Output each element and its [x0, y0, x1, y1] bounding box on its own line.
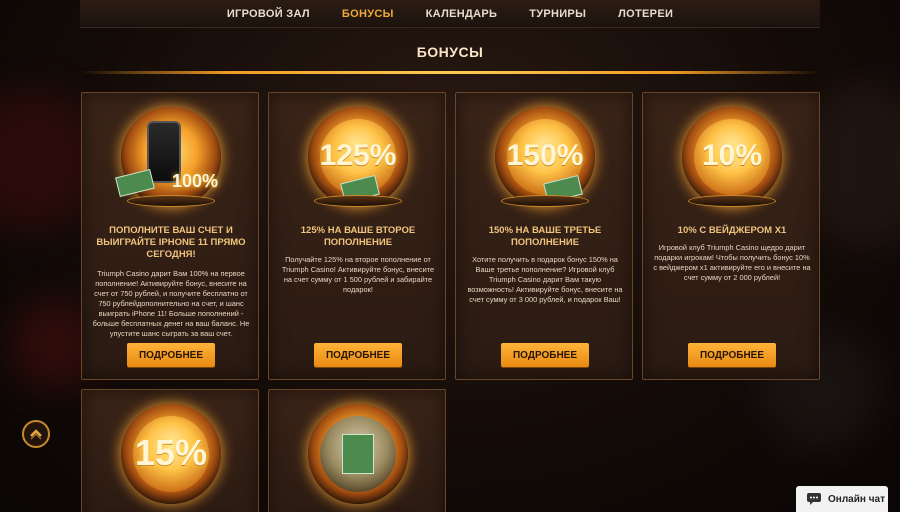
scroll-to-top-button[interactable] [22, 420, 50, 448]
bonus-art-percent: 150% [506, 139, 584, 172]
bonus-card: 100% ПОПОЛНИТЕ ВАШ СЧЕТ И ВЫИГРАЙТЕ IPHO… [81, 92, 259, 380]
bonus-art: 125% [308, 107, 408, 207]
chat-bubble-icon [807, 493, 821, 505]
bonus-title: 150% НА ВАШЕ ТРЕТЬЕ ПОПОЛНЕНИЕ [488, 225, 602, 248]
bonus-art-percent: 100% [171, 171, 219, 191]
bonus-title: 10% С ВЕЙДЖЕРОМ Х1 [677, 225, 787, 236]
bonus-description: Получайте 125% на второе пополнение от T… [281, 255, 435, 294]
bonus-description: Игровой клуб Triumph Casino щедро дарит … [653, 243, 811, 282]
bonus-card: 150% 150% НА ВАШЕ ТРЕТЬЕ ПОПОЛНЕНИЕ Хоти… [455, 92, 633, 380]
nav-item-game-hall[interactable]: ИГРОВОЙ ЗАЛ [211, 8, 326, 20]
bonus-art-percent: 15% [134, 432, 208, 473]
bonus-art-percent: 10% [701, 139, 763, 172]
bonus-card [268, 389, 446, 512]
details-button[interactable]: ПОДРОБНЕЕ [688, 343, 776, 367]
bonus-art: 150% [495, 107, 595, 207]
nav-item-tournaments[interactable]: ТУРНИРЫ [513, 8, 602, 20]
pedestal-icon [501, 195, 589, 207]
pedestal-icon [314, 195, 402, 207]
bonus-art [308, 404, 408, 504]
page-title: БОНУСЫ [416, 44, 484, 60]
top-navigation: ИГРОВОЙ ЗАЛ БОНУСЫ КАЛЕНДАРЬ ТУРНИРЫ ЛОТ… [80, 0, 820, 28]
nav-item-bonuses[interactable]: БОНУСЫ [326, 8, 410, 20]
money-roll-icon [342, 434, 374, 474]
nav-item-lotteries[interactable]: ЛОТЕРЕИ [602, 8, 689, 20]
details-button[interactable]: ПОДРОБНЕЕ [501, 343, 589, 367]
details-button[interactable]: ПОДРОБНЕЕ [127, 343, 215, 367]
bonus-art: 100% [115, 107, 221, 207]
bonus-card: 15% [81, 389, 259, 512]
bonus-art-percent: 125% [319, 139, 397, 172]
online-chat-button[interactable]: Онлайн чат [796, 486, 888, 512]
nav-item-calendar[interactable]: КАЛЕНДАРЬ [410, 8, 514, 20]
chevron-up-icon [30, 429, 42, 440]
bonus-art: 15% [121, 404, 221, 504]
pedestal-icon [127, 195, 215, 207]
bonus-card: 10% 10% С ВЕЙДЖЕРОМ Х1 Игровой клуб Triu… [642, 92, 820, 380]
bonus-description: Хотите получить в подарок бонус 150% на … [467, 255, 623, 304]
details-button[interactable]: ПОДРОБНЕЕ [314, 343, 402, 367]
bonus-title: 125% НА ВАШЕ ВТОРОЕ ПОПОЛНЕНИЕ [300, 225, 416, 248]
pedestal-icon [688, 195, 776, 207]
bonus-card: 125% 125% НА ВАШЕ ВТОРОЕ ПОПОЛНЕНИЕ Полу… [268, 92, 446, 380]
title-divider [80, 71, 820, 74]
bonus-description: Triumph Casino дарит Вам 100% на первое … [92, 269, 250, 338]
bonus-art: 10% [682, 107, 782, 207]
bonus-title: ПОПОЛНИТЕ ВАШ СЧЕТ И ВЫИГРАЙТЕ IPHONE 11… [96, 225, 246, 260]
chat-label: Онлайн чат [828, 493, 885, 505]
